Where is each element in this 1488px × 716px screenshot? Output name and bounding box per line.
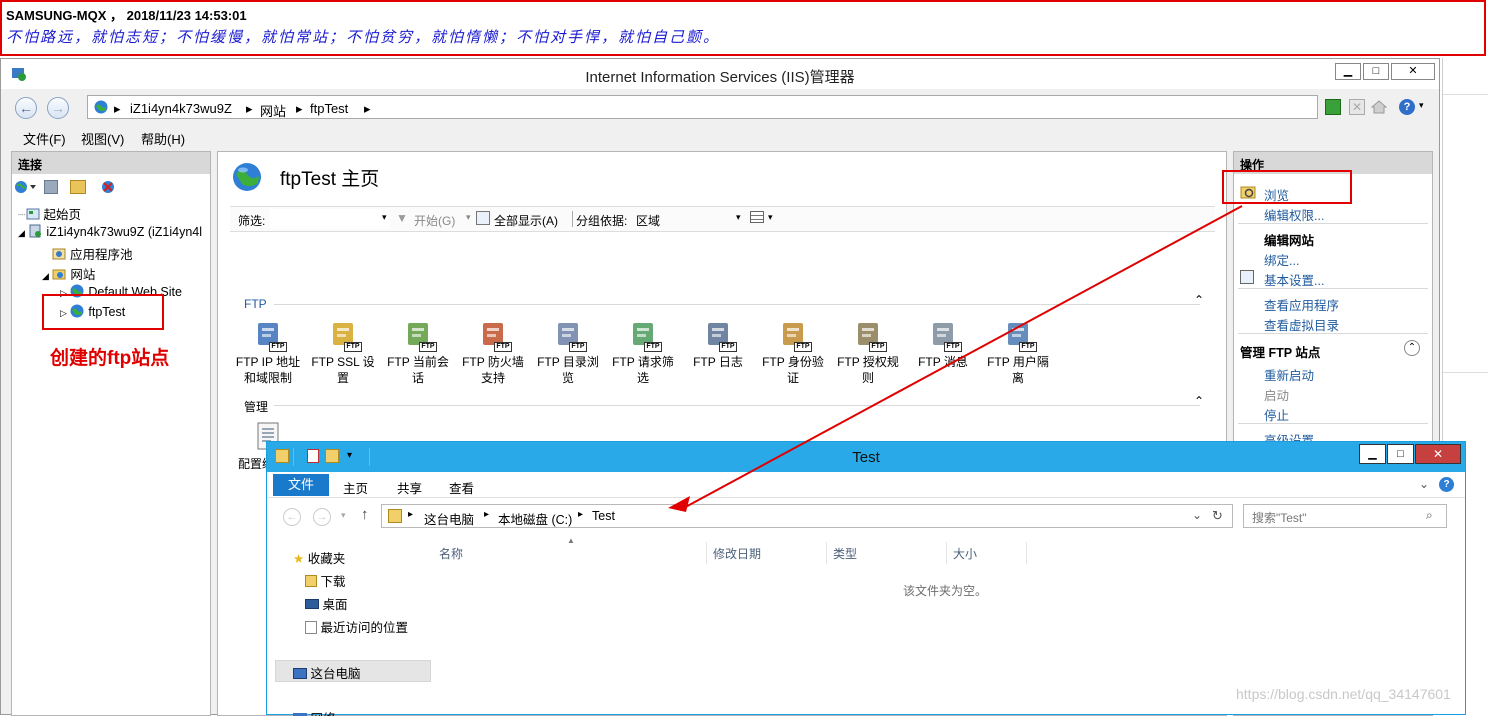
annotation-arrow [668, 205, 1243, 512]
watermark: https://blog.csdn.net/qq_34147601 [1236, 686, 1451, 702]
